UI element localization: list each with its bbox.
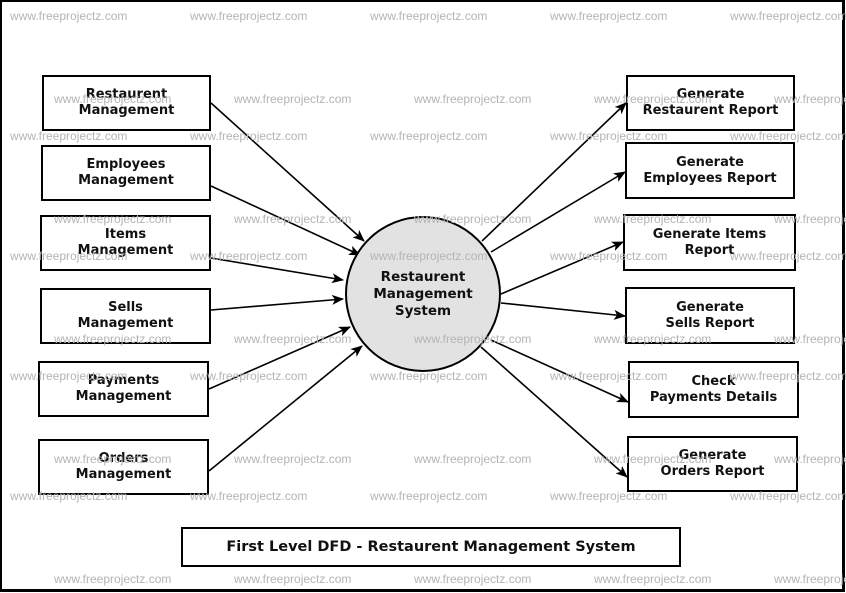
label-line: Management	[78, 103, 175, 118]
output-check-payments-details: Check Payments Details	[628, 361, 799, 418]
label-line: Generate	[676, 154, 744, 170]
label-line: Report	[684, 242, 735, 258]
label-line: Generate Items	[652, 226, 767, 242]
flow-arrow-process-to-generate-items-report	[500, 241, 624, 295]
flow-arrow-payments-management-to-process	[208, 326, 351, 390]
flow-arrow-orders-management-to-process	[208, 345, 363, 472]
input-sells-management: Sells Management	[40, 288, 211, 344]
input-orders-management: Orders Management	[38, 439, 209, 495]
label-line: Payments Details	[649, 389, 778, 405]
output-generate-items-report: Generate Items Report	[623, 214, 796, 271]
label-line: Orders Report	[660, 464, 765, 479]
label-line: Management	[75, 467, 172, 482]
diagram-title: First Level DFD - Restaurent Management …	[181, 527, 681, 567]
output-generate-employees-report: Generate Employees Report	[625, 142, 795, 199]
label-line: Items	[104, 227, 147, 242]
flow-arrow-process-to-check-payments-details	[490, 339, 629, 403]
flow-arrow-process-to-generate-sells-report	[500, 302, 626, 320]
label-line: Management	[373, 285, 473, 302]
label-line: Employees	[86, 157, 166, 172]
label-line: Management	[77, 243, 174, 258]
label-line: System	[394, 302, 452, 319]
label-line: Management	[77, 316, 174, 331]
label-line: Restaurent	[85, 87, 168, 102]
label-line: Orders	[98, 451, 149, 466]
label-line: Management	[75, 389, 172, 404]
label-line: Sells	[108, 300, 143, 315]
process-restaurent-management-system: Restaurent Management System	[345, 216, 501, 372]
input-payments-management: Payments Management	[38, 361, 209, 417]
label-line: Payments	[87, 373, 160, 388]
flow-arrow-employees-management-to-process	[210, 185, 361, 256]
output-generate-sells-report: Generate Sells Report	[625, 287, 795, 344]
flow-arrow-process-to-generate-restaurent-report	[481, 102, 627, 242]
flow-arrow-restaurent-management-to-process	[210, 102, 365, 242]
flow-arrow-process-to-generate-employees-report	[490, 171, 626, 253]
label-line: Check	[691, 373, 736, 389]
flow-arrow-items-management-to-process	[210, 257, 344, 284]
output-generate-restaurent-report: Generate Restaurent Report	[626, 75, 795, 131]
label-line: Employees Report	[643, 170, 777, 186]
label-line: Generate	[678, 448, 747, 463]
label-line: Generate	[676, 299, 744, 315]
label-line: Restaurent	[380, 268, 466, 285]
input-restaurent-management: Restaurent Management	[42, 75, 211, 131]
label-line: Generate	[676, 87, 745, 102]
flow-arrow-sells-management-to-process	[210, 294, 344, 311]
input-items-management: Items Management	[40, 215, 211, 271]
label-line: Sells Report	[665, 315, 755, 331]
flow-arrow-process-to-generate-orders-report	[480, 346, 628, 478]
label-line: Restaurent Report	[642, 103, 779, 118]
dfd-canvas: Restaurent Management Employees Manageme…	[0, 0, 846, 593]
output-generate-orders-report: Generate Orders Report	[627, 436, 798, 492]
label-line: Management	[78, 173, 174, 188]
input-employees-management: Employees Management	[41, 145, 211, 201]
